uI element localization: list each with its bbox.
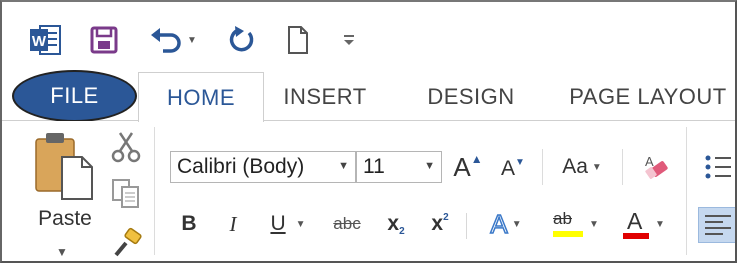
grow-font-button[interactable]: A ▲ [452,149,484,185]
font-name-value: Calibri (Body) [177,155,305,178]
text-effects-button[interactable]: A ▼ [478,207,534,241]
strikethrough-button[interactable]: abc [328,207,366,241]
undo-dropdown-icon[interactable]: ▼ [187,35,197,46]
italic-button[interactable]: I [220,207,246,241]
new-document-icon[interactable] [282,20,314,60]
tab-home[interactable]: HOME [138,72,264,122]
eraser-icon: A [645,154,668,179]
separator [542,149,543,185]
separator [622,149,623,185]
bold-button[interactable]: B [176,207,202,241]
separator [466,213,467,239]
highlight-label: ab [553,209,572,228]
group-separator [154,127,155,255]
font-color-icon: A [621,208,651,240]
subscript-button[interactable]: x 2 [380,207,412,241]
chevron-down-icon: ▼ [655,218,665,230]
save-icon[interactable] [84,20,124,60]
superscript-label: x [431,212,444,235]
shrink-arrow-icon: ▼ [515,156,525,168]
font-name-dropdown[interactable]: Calibri (Body) ▼ [170,151,356,183]
copy-icon[interactable] [110,177,142,209]
grow-font-label: A [453,151,471,182]
group-separator [686,127,687,255]
clear-formatting-button[interactable]: A [636,149,676,185]
chevron-down-icon: ▼ [338,160,349,172]
font-color-label: A [627,208,643,234]
bullets-icon [705,155,731,179]
chevron-down-icon: ▼ [589,218,599,230]
font-color-swatch [623,233,650,239]
font-size-value: 11 [363,155,385,178]
paste-button[interactable]: Paste ▼ [32,129,102,261]
underline-label: U [270,212,286,235]
customize-qat-icon[interactable] [336,20,362,60]
highlight-color-swatch [553,231,584,237]
font-color-button[interactable]: A ▼ [614,207,672,241]
shrink-font-button[interactable]: A ▼ [498,153,528,185]
undo-icon [151,28,181,53]
chevron-down-icon: ▼ [591,161,602,173]
quick-access-toolbar: W ▼ [2,2,735,74]
text-effects-label: A [490,208,509,240]
align-left-icon [705,215,731,235]
tab-insert[interactable]: INSERT [270,74,380,120]
font-size-dropdown[interactable]: 11 ▼ [356,151,442,183]
format-painter-icon[interactable] [112,227,144,259]
tab-file[interactable]: FILE [12,70,137,122]
paste-label: Paste [38,207,92,230]
paste-dropdown-icon[interactable]: ▼ [56,245,68,259]
tab-design[interactable]: DESIGN [406,74,536,120]
underline-button[interactable]: U ▼ [264,207,312,241]
highlighter-icon: ab [551,209,585,239]
highlight-button[interactable]: ab ▼ [544,207,606,241]
change-case-button[interactable]: Aa ▼ [554,149,610,185]
clipboard-small-buttons [110,131,148,261]
tab-page-layout[interactable]: PAGE LAYOUT [558,74,735,120]
shrink-font-label: A [501,157,516,180]
chevron-down-icon: ▼ [511,218,522,230]
superscript-suffix: 2 [443,211,449,223]
subscript-suffix: 2 [399,225,405,237]
ribbon-home: Paste ▼ Calibri (Body) ▼ 11 ▼ A ▲ A ▼ Aa… [2,121,735,261]
svg-text:A: A [645,154,654,169]
subscript-label: x [387,212,400,235]
redo-icon[interactable] [222,20,262,60]
undo-button[interactable]: ▼ [144,20,202,60]
chevron-down-icon: ▼ [295,218,306,230]
align-left-button[interactable] [698,207,735,243]
word-icon[interactable]: W [24,20,66,60]
cut-icon[interactable] [110,131,142,163]
svg-text:W: W [32,33,47,50]
change-case-label: Aa [562,155,588,178]
bullets-button[interactable] [700,149,735,185]
superscript-button[interactable]: x 2 [424,207,456,241]
paste-icon [35,133,93,200]
word-window: W ▼ FILE HOME INSERT DESIGN PAGE LAYOUT … [0,0,737,263]
grow-arrow-icon: ▲ [470,152,483,166]
chevron-down-icon: ▼ [424,160,435,172]
